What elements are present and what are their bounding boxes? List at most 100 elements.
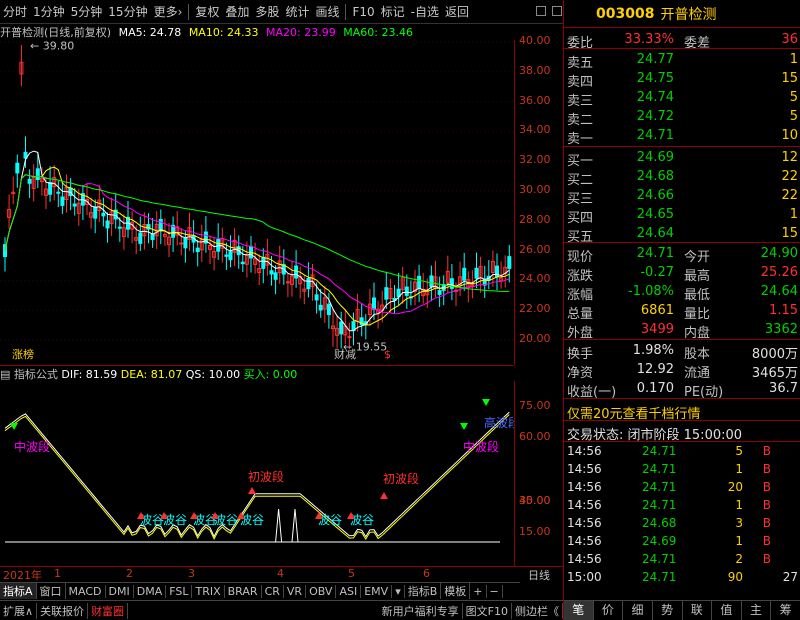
toolbar-button[interactable]: 叠加 <box>222 1 252 23</box>
tick-direction: B <box>762 516 771 530</box>
candle-body <box>339 321 344 335</box>
toolbar-button[interactable]: 标记 <box>378 1 408 23</box>
indicator-tab[interactable]: 模板 <box>441 583 471 599</box>
quote-tab[interactable]: 联 <box>683 601 713 620</box>
time-axis: 2021年 1 2 3 4 5 6 <box>0 566 514 582</box>
indicator-tab[interactable]: ▾ <box>392 584 405 598</box>
event-marker-s[interactable]: $ <box>384 348 391 361</box>
month-6: 6 <box>423 567 430 580</box>
indicator-tab[interactable]: OBV <box>306 584 337 598</box>
price-tick: 22.00 <box>519 302 551 316</box>
quote-tab[interactable]: 主 <box>742 601 772 620</box>
indicator-name[interactable]: 指标公式 <box>14 368 58 381</box>
promo-row[interactable]: 仅需20元查看千档行情 <box>564 401 800 422</box>
bottom-tab[interactable]: 关联报价 <box>37 602 89 619</box>
kline-chart[interactable]: ← 39.80← 19.55涨榜 财减 $ <box>0 40 514 365</box>
chart-toolbar: 分时 1分钟 5分钟 15分钟 更多› 复权 叠加 多股 统计 画线 F10 标记 -自选 返回 <box>0 0 563 24</box>
candle-body <box>314 294 319 301</box>
toolbar-button[interactable]: 返回 <box>442 1 472 23</box>
price-axis: 40.00 38.00 36.00 34.00 32.00 30.00 28.00 26.00… <box>514 34 564 365</box>
bottom-tab[interactable]: 侧边栏《 <box>512 602 563 619</box>
price-tick: 20.00 <box>519 332 551 345</box>
stock-code: 003008 <box>596 5 655 22</box>
toolbar-button[interactable]: 统计 <box>282 1 312 23</box>
toolbar-button[interactable]: 5分钟 <box>68 1 106 23</box>
indicator-tabs: 指标A 窗口 MACD DMI DMA FSL TRIX BRAR CR VR OBV ASI EMV ▾… <box>0 582 520 599</box>
candle-body <box>15 162 20 174</box>
candle-body <box>48 182 53 195</box>
indicator-tab[interactable]: MACD <box>66 584 106 598</box>
quote-tab[interactable]: 价 <box>594 601 624 620</box>
bottom-tab[interactable]: 财富圈 <box>88 602 129 619</box>
ask-price: 24.71 <box>636 128 674 143</box>
period-label[interactable]: 日线 <box>514 566 564 582</box>
toolbar-button[interactable]: -自选 <box>408 1 442 23</box>
toolbar-button[interactable]: 1分钟 <box>30 1 68 23</box>
ask-volume: 1 <box>789 52 798 67</box>
tick-direction: 27 <box>782 570 798 584</box>
minimize-icon[interactable] <box>536 6 546 16</box>
label-valley: 波谷 <box>140 513 164 527</box>
indicator-tab[interactable]: FSL <box>166 584 193 598</box>
month-3: 3 <box>188 567 195 580</box>
year-label: 2021年 <box>3 569 42 582</box>
stock-name: 开普检测 <box>660 6 717 23</box>
indicator-icon[interactable]: ▤ <box>0 368 10 381</box>
toolbar-button[interactable]: F10 <box>349 1 377 23</box>
tick-volume: 1 <box>735 498 743 512</box>
event-marker-left[interactable]: 涨榜 <box>12 347 34 361</box>
ask-volume: 5 <box>789 109 798 124</box>
ma20-label: MA20: 23.99 <box>266 26 336 39</box>
window-controls <box>536 6 562 16</box>
tick-time: 15:00 <box>567 570 602 584</box>
label-mid-wave-1: 中波段 <box>14 439 50 454</box>
quote-tab[interactable]: 值 <box>712 601 742 620</box>
indicator-tab[interactable]: + <box>470 584 487 598</box>
restore-icon[interactable] <box>552 6 562 16</box>
stat-value: 25.26 <box>760 265 798 280</box>
toolbar-button[interactable]: 画线 <box>312 1 342 23</box>
quote-tab[interactable]: 细 <box>623 601 653 620</box>
indicator-tab[interactable]: CR <box>262 584 284 598</box>
month-2: 2 <box>126 567 133 580</box>
quote-tab[interactable]: 势 <box>653 601 683 620</box>
bottom-tab[interactable]: 扩展∧ <box>0 602 38 619</box>
toolbar-button[interactable]: 多股 <box>252 1 282 23</box>
indicator-tab[interactable]: 指标B <box>405 583 442 599</box>
divider <box>564 242 800 243</box>
candle-body <box>372 297 376 310</box>
quote-tab[interactable]: 筹 <box>771 601 800 620</box>
indicator-tab[interactable]: EMV <box>361 584 393 598</box>
indicator-tab[interactable]: DMI <box>106 584 134 598</box>
indicator-tab[interactable]: VR <box>284 584 307 598</box>
toolbar-button[interactable]: 更多› <box>151 1 186 23</box>
event-marker-mid[interactable]: 财减 <box>334 347 356 361</box>
quote-tab[interactable]: 笔 <box>564 601 594 620</box>
candle-body <box>462 267 467 281</box>
bottom-tab[interactable]: 图文F10 <box>463 602 512 619</box>
indicator-chart[interactable]: 中波段初波段初波段中波段高波段波谷波谷波谷波谷波谷波谷波谷 <box>0 381 514 566</box>
ma60-line <box>4 174 510 292</box>
indicator-tab[interactable]: BRAR <box>225 584 262 598</box>
indicator-tab[interactable]: 指标A <box>0 583 37 599</box>
indicator-tab[interactable]: 窗口 <box>37 583 66 599</box>
stat-value: 6861 <box>640 303 674 318</box>
indicator-axis: 75.00 60.00 45.00 30.00 15.00 <box>514 381 564 566</box>
tick-volume: 1 <box>735 534 743 548</box>
price-tick: 40.00 <box>519 34 551 47</box>
toolbar-button[interactable]: 复权 <box>192 1 222 23</box>
tick-price: 24.71 <box>642 498 677 512</box>
fund-row: 收益(一) 0.170 PE(动) 36.7 <box>564 379 800 400</box>
indicator-tab[interactable]: TRIX <box>192 584 225 598</box>
bottom-tab[interactable]: 新用户福利专享 <box>379 602 463 619</box>
stat-row: 涨幅 -1.08% 最低 24.64 <box>564 282 800 303</box>
tick-volume: 3 <box>735 516 743 530</box>
tick-time: 14:56 <box>567 534 602 548</box>
indicator-tab[interactable]: − <box>487 584 503 598</box>
tick-volume: 5 <box>735 444 743 458</box>
indicator-tab[interactable]: ASI <box>336 584 362 598</box>
toolbar-button[interactable]: 15分钟 <box>105 1 150 23</box>
toolbar-button[interactable]: 分时 <box>0 1 30 23</box>
bid-price: 24.68 <box>636 169 674 184</box>
indicator-tab[interactable]: DMA <box>134 584 167 598</box>
